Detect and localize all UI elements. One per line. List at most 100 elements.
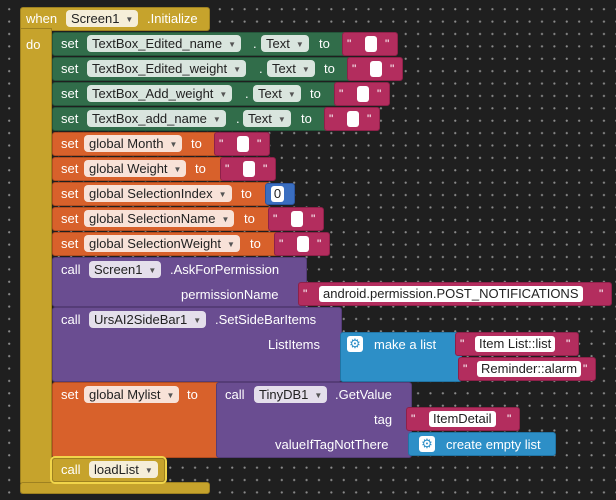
chevron-down-icon: ▼ xyxy=(144,466,153,475)
component-dropdown-textbox-edited-name[interactable]: TextBox_Edited_name ▼ xyxy=(87,35,242,52)
variable-label: global Mylist xyxy=(89,387,161,402)
chevron-down-icon: ▼ xyxy=(233,65,242,74)
chevron-down-icon: ▼ xyxy=(166,391,175,400)
chevron-down-icon: ▼ xyxy=(173,165,182,174)
component-dropdown-textbox-add-name[interactable]: TextBox_add_name ▼ xyxy=(87,110,226,127)
procedure-label: loadList xyxy=(94,462,139,477)
empty-text-block[interactable]: " " xyxy=(220,157,276,181)
chevron-down-icon: ▼ xyxy=(227,240,235,249)
chevron-down-icon: ▼ xyxy=(221,215,230,224)
itemdetail-text-block[interactable]: " ItemDetail " xyxy=(406,407,520,431)
chevron-down-icon: ▼ xyxy=(148,266,157,275)
set-keyword: set xyxy=(61,236,79,251)
dot-separator: . xyxy=(259,61,263,76)
component-label: TextBox_Add_weight xyxy=(92,86,214,101)
to-keyword: to xyxy=(319,36,330,51)
quote-close: " xyxy=(377,87,382,101)
set-keyword: set xyxy=(61,136,79,151)
variable-dropdown-global-mylist[interactable]: global Mylist ▼ xyxy=(84,386,180,403)
initialize-event-label: .Initialize xyxy=(147,11,198,26)
empty-text-block[interactable]: " " xyxy=(334,82,390,106)
variable-label: global SelectionName xyxy=(89,211,216,226)
chevron-down-icon: ▼ xyxy=(218,190,227,199)
empty-text-block[interactable]: " " xyxy=(347,57,403,81)
variable-dropdown-global-month[interactable]: global Month ▼ xyxy=(84,135,183,152)
empty-text-block[interactable]: " " xyxy=(342,32,398,56)
procedure-dropdown-loadlist[interactable]: loadList ▼ xyxy=(89,461,158,478)
create-empty-list-label: create empty list xyxy=(446,437,541,452)
component-dropdown-tinydb1[interactable]: TinyDB1 ▼ xyxy=(254,386,328,403)
call-keyword: call xyxy=(61,312,81,327)
component-label: TextBox_Edited_weight xyxy=(92,61,228,76)
to-keyword: to xyxy=(241,186,252,201)
gear-icon[interactable]: ⚙ xyxy=(419,436,435,452)
empty-text-value[interactable] xyxy=(297,236,309,252)
reminder-text-value[interactable]: Reminder::alarm xyxy=(477,361,582,377)
method-label: .SetSideBarItems xyxy=(215,312,317,327)
property-dropdown-text[interactable]: Text ▼ xyxy=(261,35,309,52)
component-label: TextBox_Edited_name xyxy=(92,36,223,51)
set-keyword: set xyxy=(61,86,79,101)
screen1-label: Screen1 xyxy=(71,11,120,26)
number-block[interactable]: 0 xyxy=(265,183,295,205)
valueiftagnotthere-param-label: valueIfTagNotThere xyxy=(275,437,389,452)
component-dropdown-ursai2sidebar1[interactable]: UrsAI2SideBar1 ▼ xyxy=(89,311,207,328)
method-label: .AskForPermission xyxy=(170,262,280,277)
quote-open: " xyxy=(225,162,230,176)
property-dropdown-text[interactable]: Text ▼ xyxy=(267,60,315,77)
property-dropdown-text[interactable]: Text ▼ xyxy=(243,110,291,127)
empty-text-block[interactable]: " " xyxy=(324,107,380,131)
gear-icon[interactable]: ⚙ xyxy=(347,336,363,352)
reminder-text-block[interactable]: " Reminder::alarm " xyxy=(458,357,596,381)
quote-close: " xyxy=(385,37,390,51)
chevron-down-icon: ▼ xyxy=(219,90,228,99)
empty-text-value[interactable] xyxy=(291,211,303,227)
empty-text-value[interactable] xyxy=(370,61,382,77)
permission-text-value[interactable]: android.permission.POST_NOTIFICATIONS xyxy=(319,286,583,302)
chevron-down-icon: ▼ xyxy=(193,316,202,325)
variable-label: global Weight xyxy=(89,161,168,176)
empty-text-value[interactable] xyxy=(237,136,249,152)
component-label: TextBox_add_name xyxy=(92,111,207,126)
screen1-component-dropdown[interactable]: Screen1 ▼ xyxy=(66,10,139,27)
component-label: Screen1 xyxy=(94,262,143,277)
set-keyword: set xyxy=(61,61,79,76)
quote-close: " xyxy=(599,287,604,301)
empty-text-block[interactable]: " " xyxy=(268,207,324,231)
set-keyword: set xyxy=(61,111,79,126)
event-bottom-cap xyxy=(20,482,210,494)
empty-text-block[interactable]: " " xyxy=(274,232,330,256)
number-value[interactable]: 0 xyxy=(271,186,284,202)
make-a-list-label: make a list xyxy=(374,337,437,352)
tag-param-label: tag xyxy=(374,412,393,427)
empty-text-value[interactable] xyxy=(357,86,369,102)
event-body-rail xyxy=(20,28,52,485)
variable-dropdown-global-selectionweight[interactable]: global SelectionWeight ▼ xyxy=(84,235,240,252)
permission-text-block[interactable]: " android.permission.POST_NOTIFICATIONS " xyxy=(298,282,612,306)
quote-open: " xyxy=(352,62,357,76)
empty-text-value[interactable] xyxy=(365,36,377,52)
empty-text-value[interactable] xyxy=(347,111,359,127)
item-list-text-block[interactable]: " Item List::list " xyxy=(455,332,579,356)
variable-dropdown-global-selectionindex[interactable]: global SelectionIndex ▼ xyxy=(84,185,232,202)
empty-text-block[interactable]: " " xyxy=(214,132,270,156)
set-keyword: set xyxy=(61,161,79,176)
variable-dropdown-global-weight[interactable]: global Weight ▼ xyxy=(84,160,187,177)
property-dropdown-text[interactable]: Text ▼ xyxy=(253,85,301,102)
set-keyword: set xyxy=(61,186,79,201)
component-label: UrsAI2SideBar1 xyxy=(94,312,188,327)
component-dropdown-textbox-edited-weight[interactable]: TextBox_Edited_weight ▼ xyxy=(87,60,247,77)
set-keyword: set xyxy=(61,387,79,402)
item-list-text-value[interactable]: Item List::list xyxy=(475,336,556,352)
listitems-param-label: ListItems xyxy=(268,337,321,352)
empty-text-value[interactable] xyxy=(243,161,255,177)
component-label: TinyDB1 xyxy=(259,387,309,402)
when-keyword: when xyxy=(26,11,58,26)
chevron-down-icon: ▼ xyxy=(228,40,237,49)
itemdetail-text-value[interactable]: ItemDetail xyxy=(429,411,496,427)
call-keyword: call xyxy=(61,462,81,477)
variable-dropdown-global-selectionname[interactable]: global SelectionName ▼ xyxy=(84,210,235,227)
component-dropdown-screen1[interactable]: Screen1 ▼ xyxy=(89,261,162,278)
to-keyword: to xyxy=(301,111,312,126)
component-dropdown-textbox-add-weight[interactable]: TextBox_Add_weight ▼ xyxy=(87,85,233,102)
